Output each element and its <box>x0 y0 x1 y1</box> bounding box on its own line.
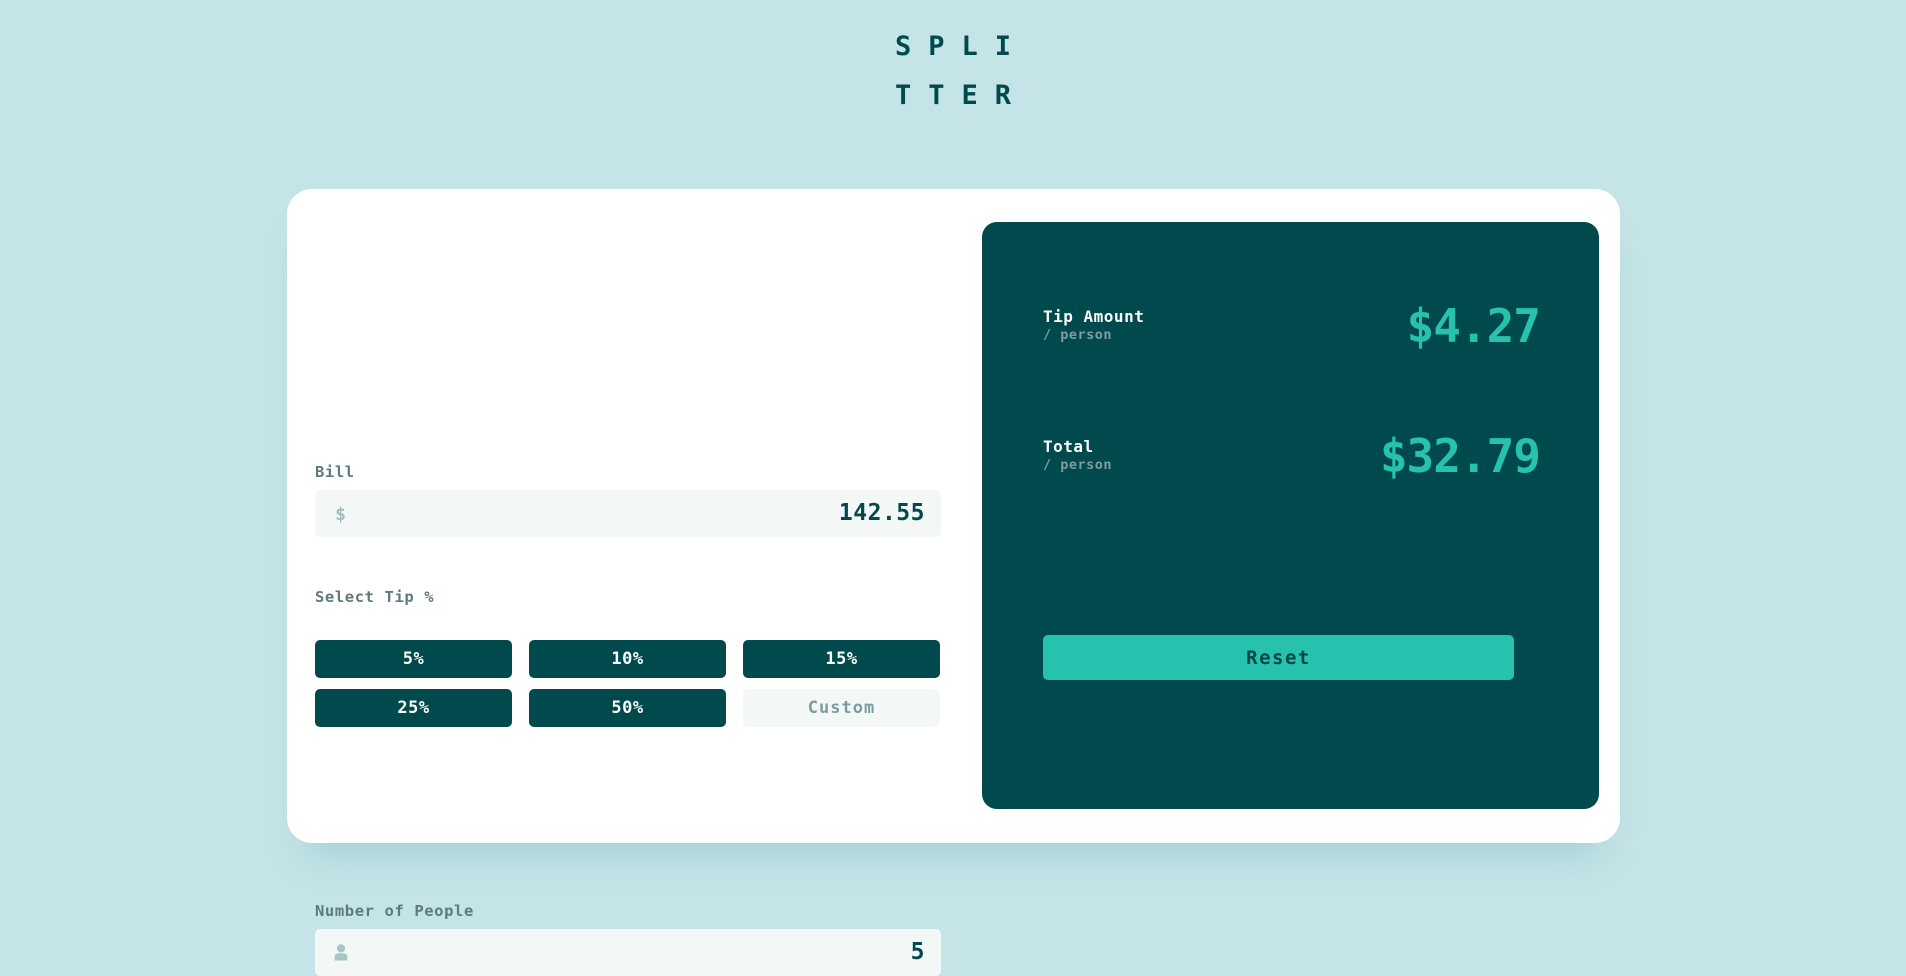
number-of-people-label: Number of People <box>315 902 474 920</box>
tip-row-1: 5% 10% 15% <box>315 640 941 678</box>
tip-option-25[interactable]: 25% <box>315 689 512 727</box>
number-of-people-input[interactable]: 5 <box>315 929 941 976</box>
bill-value: 142.55 <box>838 500 925 526</box>
total-value: $32.79 <box>1379 429 1541 483</box>
total-subtitle: / person <box>1043 457 1113 473</box>
input-column: Bill $ 142.55 Select Tip % 5% 10% 15% 25… <box>301 189 941 976</box>
dollar-icon: $ <box>334 490 347 537</box>
tip-amount-title: Tip Amount <box>1043 307 1145 326</box>
tip-custom-input[interactable] <box>743 689 940 727</box>
tip-option-15[interactable]: 15% <box>743 640 940 678</box>
tip-option-10[interactable]: 10% <box>529 640 726 678</box>
tip-row-2: 25% 50% <box>315 689 941 727</box>
tip-options-grid: 5% 10% 15% 25% 50% <box>315 640 941 738</box>
logo-line-2: TTER <box>894 80 1029 111</box>
calculator-card: Bill $ 142.55 Select Tip % 5% 10% 15% 25… <box>287 189 1620 976</box>
tip-amount-value: $4.27 <box>1406 299 1541 353</box>
select-tip-label: Select Tip % <box>315 588 435 606</box>
person-icon <box>334 929 348 976</box>
results-panel: Tip Amount / person $4.27 Total / person… <box>982 222 1599 809</box>
tip-amount-subtitle: / person <box>1043 327 1113 343</box>
svg-text:$: $ <box>335 504 346 524</box>
logo-line-1: SPLI <box>894 31 1029 62</box>
number-of-people-value: 5 <box>910 939 925 965</box>
total-row: Total / person $32.79 <box>1043 429 1541 487</box>
total-title: Total <box>1043 437 1094 456</box>
bill-label: Bill <box>315 463 355 481</box>
reset-button[interactable]: Reset <box>1043 635 1514 680</box>
tip-amount-row: Tip Amount / person $4.27 <box>1043 299 1541 357</box>
tip-option-50[interactable]: 50% <box>529 689 726 727</box>
bill-input[interactable]: $ 142.55 <box>315 490 941 537</box>
tip-option-5[interactable]: 5% <box>315 640 512 678</box>
app-logo: SPLI TTER <box>0 22 1906 120</box>
